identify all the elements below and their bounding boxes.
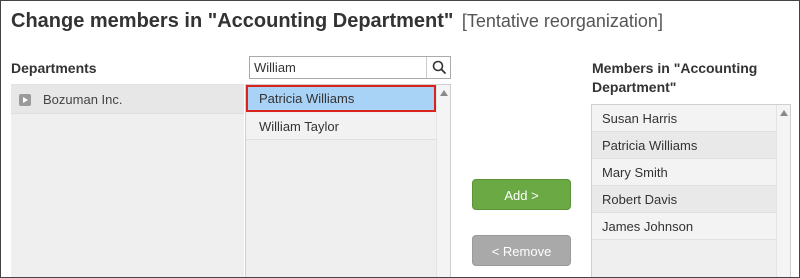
member-item-mary-smith[interactable]: Mary Smith — [592, 159, 777, 186]
user-list-items: Patricia Williams William Taylor — [246, 85, 436, 277]
search-button[interactable] — [426, 57, 450, 78]
member-item-robert-davis[interactable]: Robert Davis — [592, 186, 777, 213]
add-button[interactable]: Add > — [472, 179, 571, 210]
members-label: Members in "Accounting Department" — [592, 60, 758, 95]
page-subtitle: [Tentative reorganization] — [461, 11, 663, 31]
user-item-patricia-williams[interactable]: Patricia Williams — [246, 85, 436, 112]
members-scrollbar[interactable] — [776, 105, 790, 277]
user-search-results: Patricia Williams William Taylor — [245, 84, 451, 277]
user-list-scrollbar[interactable] — [436, 85, 450, 277]
title-row: Change members in "Accounting Department… — [11, 10, 663, 33]
user-item-william-taylor[interactable]: William Taylor — [246, 113, 436, 140]
search-box — [249, 56, 451, 79]
member-item-james-johnson[interactable]: James Johnson — [592, 213, 777, 240]
expand-arrow-icon[interactable] — [19, 94, 31, 106]
departments-tree: Bozuman Inc. — [11, 84, 244, 277]
member-item-patricia-williams[interactable]: Patricia Williams — [592, 132, 777, 159]
remove-button[interactable]: < Remove — [472, 235, 571, 266]
dialog-frame: Change members in "Accounting Department… — [0, 0, 800, 278]
department-item-bozuman[interactable]: Bozuman Inc. — [11, 85, 244, 114]
departments-label: Departments — [11, 60, 97, 76]
scroll-up-arrow-icon[interactable] — [440, 90, 448, 96]
search-input[interactable] — [250, 57, 426, 78]
page-title: Change members in "Accounting Department… — [11, 10, 454, 32]
search-icon — [432, 60, 446, 74]
member-item-susan-harris[interactable]: Susan Harris — [592, 105, 777, 132]
members-list: Susan Harris Patricia Williams Mary Smit… — [591, 104, 791, 277]
department-name: Bozuman Inc. — [43, 92, 123, 107]
members-list-items: Susan Harris Patricia Williams Mary Smit… — [592, 105, 777, 277]
scroll-up-arrow-icon[interactable] — [780, 110, 788, 116]
